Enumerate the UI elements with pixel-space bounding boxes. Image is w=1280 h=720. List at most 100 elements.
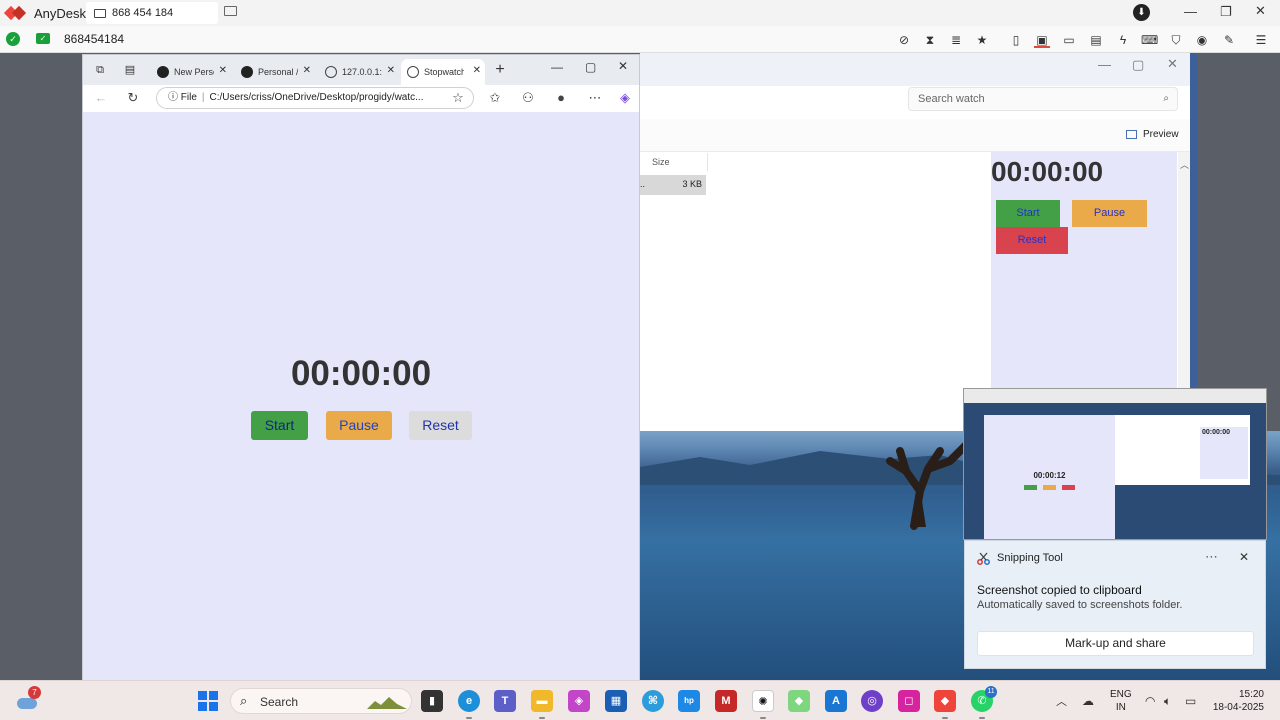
- instagram-icon[interactable]: ◻: [898, 690, 920, 712]
- new-session-icon[interactable]: [224, 6, 237, 16]
- keyboard-icon[interactable]: ⌨: [1141, 32, 1158, 48]
- new-tab-icon[interactable]: +: [493, 62, 507, 78]
- tab-personal[interactable]: Personal / ✕: [235, 59, 315, 85]
- file-row[interactable]: .. 3 KB: [640, 175, 706, 195]
- snipping-tool-notification: Snipping Tool ⋯ ✕ Screenshot copied to c…: [964, 540, 1266, 669]
- copilot-icon[interactable]: ◈: [617, 90, 633, 106]
- display-icon[interactable]: ▣: [1034, 32, 1050, 48]
- android-studio-icon[interactable]: A: [825, 690, 847, 712]
- close-button[interactable]: ✕: [1255, 3, 1266, 19]
- preview-start-button[interactable]: Start: [996, 200, 1060, 227]
- myhp-icon[interactable]: hp: [678, 690, 700, 712]
- taskbar-search[interactable]: ⌕ Search: [230, 688, 412, 714]
- maximize-button[interactable]: ▢: [585, 60, 596, 74]
- language-indicator[interactable]: ENG IN: [1110, 688, 1132, 714]
- close-tab-icon[interactable]: ✕: [473, 59, 481, 83]
- copilot-icon[interactable]: ◈: [568, 690, 590, 712]
- back-icon[interactable]: ←: [93, 90, 109, 106]
- chatgpt-icon[interactable]: ✺: [752, 690, 774, 712]
- start-button[interactable]: [198, 691, 218, 711]
- language-code: ENG: [1110, 689, 1132, 700]
- stopwatch-display: 00:00:00: [290, 354, 432, 393]
- shield-icon[interactable]: ⛉: [1168, 32, 1184, 48]
- screenshot-thumbnail[interactable]: 00:00:12 00:00:00: [963, 388, 1267, 540]
- database-icon[interactable]: ≣: [948, 32, 964, 48]
- wifi-icon[interactable]: ◠: [1145, 694, 1155, 708]
- edge-icon[interactable]: e: [458, 690, 480, 712]
- restore-button[interactable]: ▢: [1132, 57, 1144, 73]
- pause-button[interactable]: Pause: [326, 411, 392, 440]
- tab-label: Stopwatch: [424, 66, 464, 77]
- column-header-size[interactable]: Size: [652, 153, 708, 171]
- anydesk-icon[interactable]: ◆: [934, 690, 956, 712]
- chat-icon[interactable]: ▤: [1088, 32, 1104, 48]
- minimize-button[interactable]: —: [1184, 4, 1197, 19]
- tab-actions-icon[interactable]: ▤: [123, 63, 137, 77]
- reset-button[interactable]: Reset: [409, 411, 472, 440]
- running-indicator: [760, 717, 766, 719]
- pen-icon[interactable]: ✎: [1221, 32, 1237, 48]
- record-icon[interactable]: ◉: [1194, 32, 1210, 48]
- minimize-button[interactable]: —: [1098, 57, 1111, 72]
- start-button[interactable]: Start: [251, 411, 308, 440]
- search-highlight-icon: [367, 697, 407, 709]
- close-tab-icon[interactable]: ✕: [303, 59, 311, 83]
- preview-pause-button[interactable]: Pause: [1072, 200, 1147, 227]
- session-tab[interactable]: 868 454 184: [86, 2, 218, 24]
- extensions-icon[interactable]: ⚇: [520, 90, 536, 106]
- teams-icon[interactable]: T: [494, 690, 516, 712]
- python-icon[interactable]: ⌘: [642, 690, 664, 712]
- task-view-icon[interactable]: ▮: [421, 690, 443, 712]
- app-name: AnyDesk: [34, 5, 87, 21]
- markup-and-share-button[interactable]: Mark-up and share: [977, 631, 1254, 656]
- favorite-star-icon[interactable]: ☆: [450, 90, 466, 106]
- privacy-icon[interactable]: ⊘: [896, 32, 912, 48]
- clock[interactable]: 15:20 18-04-2025: [1208, 688, 1264, 714]
- tab-label: 127.0.0.1:: [342, 66, 382, 77]
- url-input[interactable]: ⓘ File | C:/Users/criss/OneDrive/Desktop/p…: [156, 87, 474, 109]
- globe-icon: [407, 65, 419, 78]
- search-icon: ⌕: [1163, 93, 1169, 104]
- star-icon[interactable]: ★: [974, 32, 990, 48]
- weather-widget[interactable]: 7: [16, 686, 41, 709]
- running-indicator: [979, 717, 985, 719]
- lightning-icon[interactable]: ϟ: [1115, 32, 1131, 48]
- profile-icon[interactable]: ●: [553, 90, 569, 106]
- refresh-icon[interactable]: ↻: [125, 90, 141, 106]
- tab-stopwatch[interactable]: Stopwatch ✕: [401, 59, 485, 85]
- minimize-button[interactable]: —: [551, 60, 563, 74]
- monitor-icon[interactable]: ▭: [1061, 32, 1077, 48]
- more-options-icon[interactable]: ⋯: [587, 90, 603, 106]
- battery-icon[interactable]: ▭: [1185, 694, 1196, 708]
- more-options-icon[interactable]: ⋯: [1205, 549, 1218, 565]
- menu-icon[interactable]: ☰: [1253, 32, 1269, 48]
- restore-button[interactable]: ❐: [1220, 4, 1232, 20]
- search-input[interactable]: Search watch ⌕: [908, 87, 1178, 111]
- download-arrow-icon[interactable]: ⬇: [1133, 4, 1150, 21]
- close-button[interactable]: ✕: [618, 59, 628, 73]
- preview-reset-button[interactable]: Reset: [996, 227, 1068, 254]
- info-icon: ⓘ: [168, 92, 178, 103]
- show-hidden-icons-icon[interactable]: ︿: [1056, 693, 1067, 709]
- store-icon[interactable]: ▦: [605, 690, 627, 712]
- clock-time: 15:20: [1238, 689, 1264, 700]
- hourglass-icon[interactable]: ⧗: [922, 32, 938, 48]
- volume-icon[interactable]: 🔈︎: [1164, 694, 1171, 709]
- anydesk-logo-icon: [3, 5, 28, 21]
- close-tab-icon[interactable]: ✕: [387, 59, 395, 83]
- github-desktop-icon[interactable]: ◎: [861, 690, 883, 712]
- tab-new-personal[interactable]: New Perso ✕: [151, 59, 231, 85]
- onedrive-icon[interactable]: ☁: [1082, 694, 1094, 708]
- close-tab-icon[interactable]: ✕: [219, 59, 227, 83]
- workspaces-icon[interactable]: ⧉: [93, 63, 107, 77]
- file-explorer-icon[interactable]: ▬: [531, 690, 553, 712]
- scroll-up-icon[interactable]: ︿: [1180, 158, 1189, 171]
- mcafee-icon[interactable]: M: [715, 690, 737, 712]
- git-icon[interactable]: ◆: [788, 690, 810, 712]
- close-button[interactable]: ✕: [1167, 56, 1178, 72]
- preview-button[interactable]: Preview: [1126, 129, 1179, 140]
- file-icon[interactable]: ▯: [1008, 32, 1024, 48]
- close-icon[interactable]: ✕: [1239, 550, 1249, 564]
- favorites-icon[interactable]: ✩: [487, 90, 503, 106]
- tab-localhost[interactable]: 127.0.0.1: ✕: [319, 59, 399, 85]
